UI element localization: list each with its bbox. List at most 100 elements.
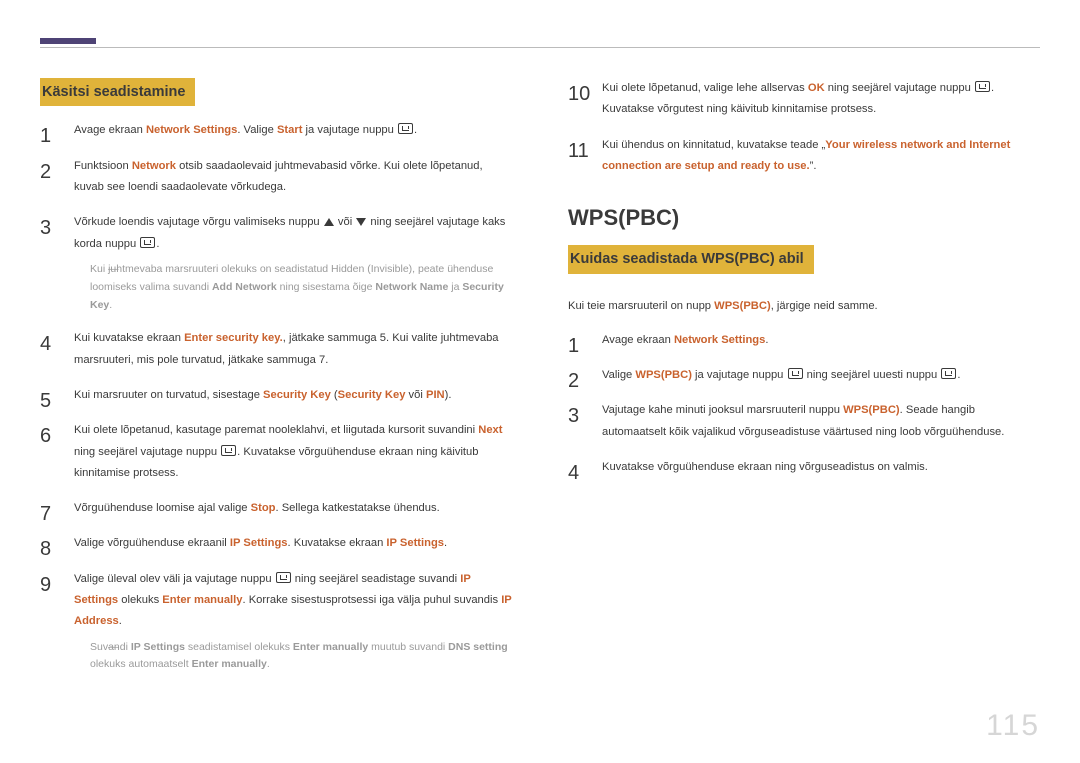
t: . bbox=[765, 334, 768, 346]
step-3: Võrkude loendis vajutage võrgu valimisek… bbox=[40, 212, 512, 314]
step-5: Kui marsruuter on turvatud, sisestage Se… bbox=[40, 385, 512, 406]
t: ning seejärel uuesti nuppu bbox=[804, 369, 941, 381]
hl-network-settings: Network Settings bbox=[146, 124, 237, 136]
t: Avage ekraan bbox=[602, 334, 674, 346]
left-column: Käsitsi seadistamine Avage ekraan Networ… bbox=[40, 78, 512, 688]
t: Funktsioon bbox=[74, 160, 132, 172]
hl-wps: WPS(PBC) bbox=[635, 369, 692, 381]
enter-icon bbox=[788, 368, 803, 379]
t: Avage ekraan bbox=[74, 124, 146, 136]
t: . bbox=[444, 537, 447, 549]
t: . Kuvatakse ekraan bbox=[288, 537, 387, 549]
t: Võrguühenduse loomise ajal valige bbox=[74, 502, 251, 514]
note-dns: Suvandi IP Settings seadistamisel olekuk… bbox=[74, 639, 512, 675]
t: . Korrake sisestusprotsessi iga välja pu… bbox=[243, 594, 502, 606]
t: Kui kuvatakse ekraan bbox=[74, 332, 184, 344]
hl-ip: IP Settings bbox=[230, 537, 288, 549]
hl: Enter manually bbox=[192, 658, 267, 670]
step-2: Funktsioon Network otsib saadaolevaid ju… bbox=[40, 156, 512, 199]
t: Vajutage kahe minuti jooksul marsruuteri… bbox=[602, 404, 843, 416]
hl-start: Start bbox=[277, 124, 303, 136]
header-rule bbox=[40, 47, 1040, 48]
t: . bbox=[119, 615, 122, 627]
step-7: Võrguühenduse loomise ajal valige Stop. … bbox=[40, 498, 512, 519]
enter-icon bbox=[398, 123, 413, 134]
t: Kui ühendus on kinnitatud, kuvatakse tea… bbox=[602, 139, 825, 151]
t: ning sisestama õige bbox=[277, 281, 376, 293]
t: ja vajutage nuppu bbox=[302, 124, 397, 136]
t: ). bbox=[445, 389, 452, 401]
section-title-wps: Kuidas seadistada WPS(PBC) abil bbox=[568, 245, 814, 273]
step-10: Kui olete lõpetanud, valige lehe allserv… bbox=[568, 78, 1040, 121]
t: ja bbox=[448, 281, 462, 293]
t: Kui teie marsruuteril on nupp bbox=[568, 300, 714, 312]
hl-network: Network bbox=[132, 160, 176, 172]
enter-icon bbox=[276, 572, 291, 583]
enter-icon bbox=[975, 81, 990, 92]
hl-network-name: Network Name bbox=[375, 281, 448, 293]
hl-pin: PIN bbox=[426, 389, 445, 401]
t: Valige üleval olev väli ja vajutage nupp… bbox=[74, 573, 275, 585]
hl: Security Key bbox=[263, 389, 331, 401]
t: ning seejärel vajutage nuppu bbox=[825, 82, 974, 94]
step-6: Kui olete lõpetanud, kasutage paremat no… bbox=[40, 420, 512, 484]
step-1: Avage ekraan Network Settings. Valige St… bbox=[40, 120, 512, 141]
hl-ip: IP Settings bbox=[386, 537, 444, 549]
hl-stop: Stop bbox=[251, 502, 276, 514]
t: . Valige bbox=[237, 124, 277, 136]
t: olekuks automaatselt bbox=[90, 658, 192, 670]
hl-dns: DNS setting bbox=[448, 641, 508, 653]
hl-add-network: Add Network bbox=[212, 281, 277, 293]
page-content: Käsitsi seadistamine Avage ekraan Networ… bbox=[0, 0, 1080, 688]
t: , järgige neid samme. bbox=[771, 300, 878, 312]
t: . Sellega katkestatakse ühendus. bbox=[276, 502, 440, 514]
wps-step-3: Vajutage kahe minuti jooksul marsruuteri… bbox=[568, 400, 1040, 443]
hl-ok: OK bbox=[808, 82, 825, 94]
manual-steps: Avage ekraan Network Settings. Valige St… bbox=[40, 120, 512, 674]
heading-wps: WPS(PBC) bbox=[568, 201, 1040, 235]
hl-network-settings: Network Settings bbox=[674, 334, 765, 346]
page-number: 115 bbox=[986, 709, 1040, 743]
enter-icon bbox=[221, 445, 236, 456]
t: Valige võrguühenduse ekraanil bbox=[74, 537, 230, 549]
enter-icon bbox=[140, 237, 155, 248]
section-title-manual: Käsitsi seadistamine bbox=[40, 78, 195, 106]
t: ning seejärel vajutage nuppu bbox=[74, 446, 220, 458]
t: ”. bbox=[810, 160, 817, 172]
t: Kui olete lõpetanud, valige lehe allserv… bbox=[602, 82, 808, 94]
t: Kuvatakse võrguühenduse ekraan ning võrg… bbox=[602, 461, 928, 473]
arrow-down-icon bbox=[356, 218, 366, 226]
header-accent bbox=[40, 38, 96, 44]
t: . bbox=[957, 369, 960, 381]
wps-step-2: Valige WPS(PBC) ja vajutage nuppu ning s… bbox=[568, 365, 1040, 386]
t: Suvandi bbox=[90, 641, 131, 653]
hl-enter-key: Enter security key. bbox=[184, 332, 283, 344]
step-9: Valige üleval olev väli ja vajutage nupp… bbox=[40, 569, 512, 675]
t: seadistamisel olekuks bbox=[185, 641, 293, 653]
step-11: Kui ühendus on kinnitatud, kuvatakse tea… bbox=[568, 135, 1040, 178]
hl-enter-manually: Enter manually bbox=[162, 594, 242, 606]
manual-steps-cont: Kui olete lõpetanud, valige lehe allserv… bbox=[568, 78, 1040, 177]
t: muutub suvandi bbox=[368, 641, 448, 653]
t: . bbox=[109, 299, 112, 311]
arrow-up-icon bbox=[324, 218, 334, 226]
step-8: Valige võrguühenduse ekraanil IP Setting… bbox=[40, 533, 512, 554]
t: . bbox=[267, 658, 270, 670]
hl: Security Key bbox=[338, 389, 406, 401]
wps-step-4: Kuvatakse võrguühenduse ekraan ning võrg… bbox=[568, 457, 1040, 478]
wps-steps: Avage ekraan Network Settings. Valige WP… bbox=[568, 330, 1040, 478]
t: või bbox=[405, 389, 426, 401]
step-4: Kui kuvatakse ekraan Enter security key.… bbox=[40, 328, 512, 371]
enter-icon bbox=[941, 368, 956, 379]
t: olekuks bbox=[118, 594, 162, 606]
wps-step-1: Avage ekraan Network Settings. bbox=[568, 330, 1040, 351]
hl-next: Next bbox=[478, 424, 502, 436]
t: ja vajutage nuppu bbox=[692, 369, 787, 381]
hl: IP Settings bbox=[131, 641, 185, 653]
t: Valige bbox=[602, 369, 635, 381]
t: . bbox=[156, 238, 159, 250]
hl: Enter manually bbox=[293, 641, 368, 653]
note-hidden-router: Kui juhtmevaba marsruuteri olekuks on se… bbox=[74, 261, 512, 315]
hl-wps: WPS(PBC) bbox=[843, 404, 900, 416]
t: Kui marsruuter on turvatud, sisestage bbox=[74, 389, 263, 401]
